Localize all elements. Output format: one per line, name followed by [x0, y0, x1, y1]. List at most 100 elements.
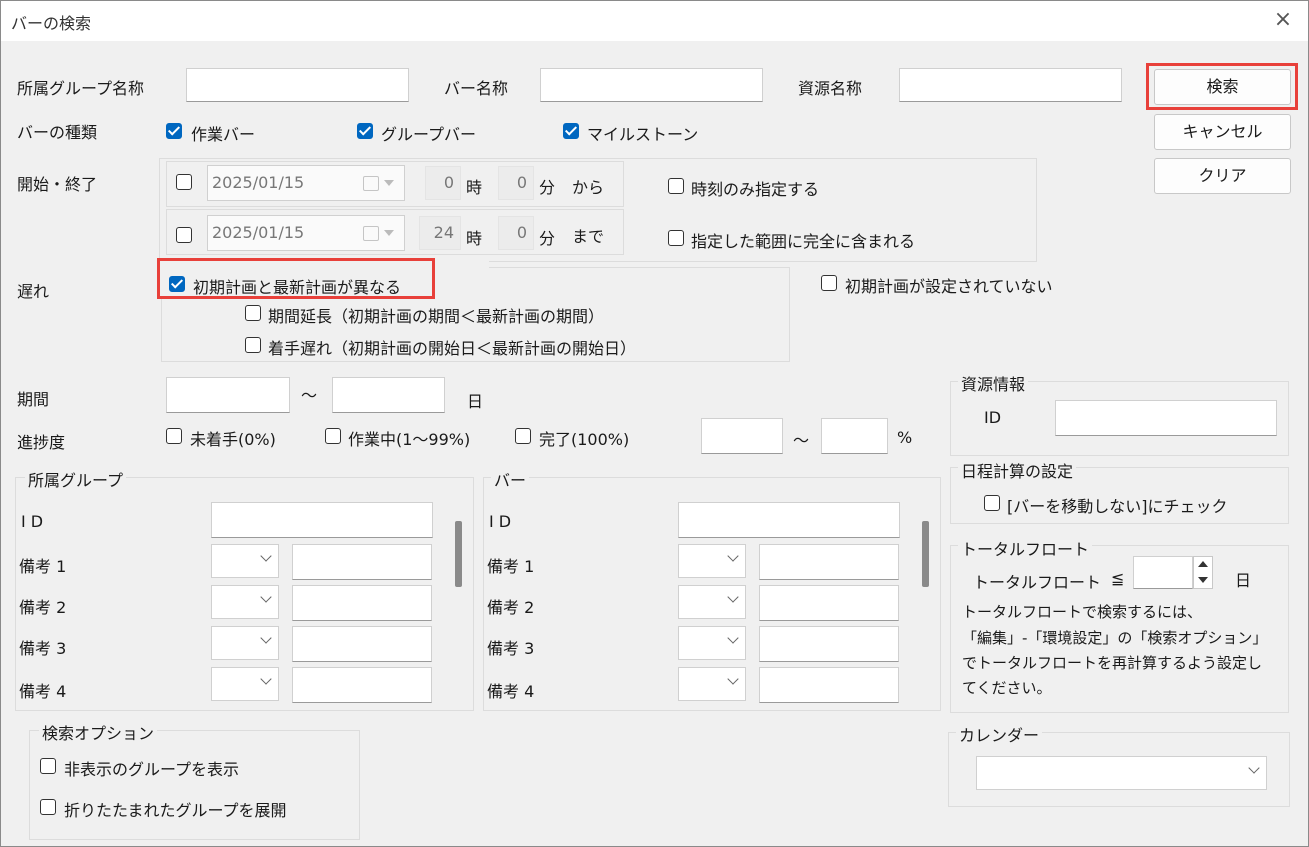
fully-contained-checkbox[interactable]: [668, 230, 684, 246]
chevron-down-icon: [727, 632, 739, 644]
expand-collapsed-groups-label: 折りたたまれたグループを展開: [64, 801, 287, 820]
end-date-picker[interactable]: 2025/01/15: [207, 215, 405, 251]
spin-up-icon[interactable]: [1198, 561, 1208, 567]
bar-panel-title: バー: [491, 467, 530, 491]
group-remark-4-label: 備考 4: [19, 682, 67, 701]
chevron-down-icon: [727, 550, 739, 562]
group-id-input[interactable]: [211, 502, 433, 538]
late-start-label: 着手遅れ（初期計画の開始日＜最新計画の開始日）: [268, 339, 637, 358]
bar-panel-scrollbar[interactable]: [922, 521, 929, 587]
period-extension-checkbox[interactable]: [245, 305, 261, 321]
start-date-picker[interactable]: 2025/01/15: [207, 165, 405, 201]
no-initial-plan-checkbox[interactable]: [821, 275, 837, 291]
total-float-operator: ≦: [1111, 569, 1125, 588]
group-bar-checkbox[interactable]: [357, 123, 373, 139]
bar-remark-4-select[interactable]: [678, 667, 746, 701]
spin-down-icon[interactable]: [1198, 577, 1208, 583]
group-panel-scrollbar[interactable]: [455, 521, 462, 587]
total-float-note-2: 「編集」-「環境設定」の「検索オプション」: [962, 629, 1268, 647]
close-icon[interactable]: ×: [1268, 5, 1298, 35]
schedule-calc-title: 日程計算の設定: [958, 458, 1077, 482]
group-id-label: I D: [21, 512, 44, 531]
resource-id-label: ID: [984, 408, 1002, 427]
end-date-value: 2025/01/15: [212, 223, 305, 242]
period-extension-label: 期間延長（初期計画の期間＜最新計画の期間）: [268, 307, 605, 326]
late-start-checkbox[interactable]: [245, 337, 261, 353]
not-started-label: 未着手(0%): [190, 430, 276, 449]
group-remark-2-input[interactable]: [292, 585, 432, 621]
plan-differs-highlight: [157, 258, 435, 299]
end-suffix: まで: [572, 227, 605, 246]
done-checkbox[interactable]: [515, 428, 531, 444]
total-float-spinner[interactable]: [1193, 556, 1213, 589]
resource-id-input[interactable]: [1055, 400, 1277, 436]
group-remark-2-select[interactable]: [211, 585, 279, 619]
dropdown-arrow-icon: [384, 230, 394, 236]
search-options-group: [29, 730, 360, 840]
bar-remark-4-input[interactable]: [759, 667, 899, 703]
expand-collapsed-groups-checkbox[interactable]: [40, 799, 56, 815]
group-remark-1-input[interactable]: [292, 544, 432, 580]
search-options-title: 検索オプション: [39, 720, 158, 744]
start-hour-unit: 時: [466, 178, 483, 197]
work-bar-checkbox[interactable]: [166, 123, 182, 139]
end-hour-input[interactable]: 24: [419, 216, 461, 250]
progress-to-input[interactable]: [821, 418, 888, 454]
start-checkbox[interactable]: [176, 174, 192, 190]
period-to-input[interactable]: [332, 377, 445, 413]
bar-remark-2-select[interactable]: [678, 585, 746, 619]
chevron-down-icon: [260, 673, 272, 685]
bar-remark-2-label: 備考 2: [487, 598, 535, 617]
total-float-unit: 日: [1235, 571, 1252, 590]
done-label: 完了(100%): [539, 430, 630, 449]
start-minute-input[interactable]: 0: [498, 166, 534, 200]
resource-name-input[interactable]: [899, 68, 1122, 102]
dialog-title: バーの検索: [11, 14, 92, 33]
group-name-input[interactable]: [186, 68, 409, 102]
chevron-down-icon: [260, 591, 272, 603]
calendar-icon: [363, 226, 379, 241]
progress-unit: %: [897, 428, 913, 447]
group-remark-1-select[interactable]: [211, 544, 279, 578]
in-progress-checkbox[interactable]: [325, 428, 341, 444]
chevron-down-icon: [727, 591, 739, 603]
period-unit: 日: [467, 392, 484, 411]
end-checkbox[interactable]: [176, 227, 192, 243]
total-float-input[interactable]: [1133, 556, 1193, 589]
group-bar-label: グループバー: [381, 125, 477, 144]
calendar-icon: [363, 176, 379, 191]
period-from-input[interactable]: [166, 377, 290, 413]
group-remark-3-select[interactable]: [211, 626, 279, 660]
bar-remark-3-select[interactable]: [678, 626, 746, 660]
start-date-value: 2025/01/15: [212, 173, 305, 192]
bar-name-input[interactable]: [540, 68, 763, 102]
progress-from-input[interactable]: [701, 418, 783, 454]
bar-remark-3-input[interactable]: [759, 626, 899, 662]
group-name-label: 所属グループ名称: [17, 79, 145, 98]
end-minute-input[interactable]: 0: [498, 216, 534, 250]
not-started-checkbox[interactable]: [166, 428, 182, 444]
bar-remark-2-input[interactable]: [759, 585, 899, 621]
dont-move-bar-checkbox[interactable]: [984, 495, 1000, 511]
group-remark-3-input[interactable]: [292, 626, 432, 662]
progress-tilde: ～: [793, 431, 810, 450]
group-panel-title: 所属グループ: [25, 467, 127, 491]
milestone-label: マイルストーン: [587, 125, 699, 144]
bar-name-label: バー名称: [444, 79, 509, 98]
group-remark-4-select[interactable]: [211, 667, 279, 701]
milestone-checkbox[interactable]: [563, 123, 579, 139]
bar-remark-1-select[interactable]: [678, 544, 746, 578]
bar-id-input[interactable]: [678, 502, 900, 538]
cancel-button[interactable]: キャンセル: [1154, 114, 1291, 150]
group-remark-4-input[interactable]: [292, 667, 432, 703]
start-hour-input[interactable]: 0: [425, 166, 461, 200]
show-hidden-groups-checkbox[interactable]: [40, 758, 56, 774]
calendar-select[interactable]: [976, 756, 1267, 790]
clear-button[interactable]: クリア: [1154, 158, 1291, 194]
group-remark-2-label: 備考 2: [19, 598, 67, 617]
group-remark-3-label: 備考 3: [19, 639, 67, 658]
total-float-label: トータルフロート: [973, 573, 1102, 592]
bar-remark-1-input[interactable]: [759, 544, 899, 580]
bar-remark-3-label: 備考 3: [487, 639, 535, 658]
time-only-checkbox[interactable]: [668, 178, 684, 194]
